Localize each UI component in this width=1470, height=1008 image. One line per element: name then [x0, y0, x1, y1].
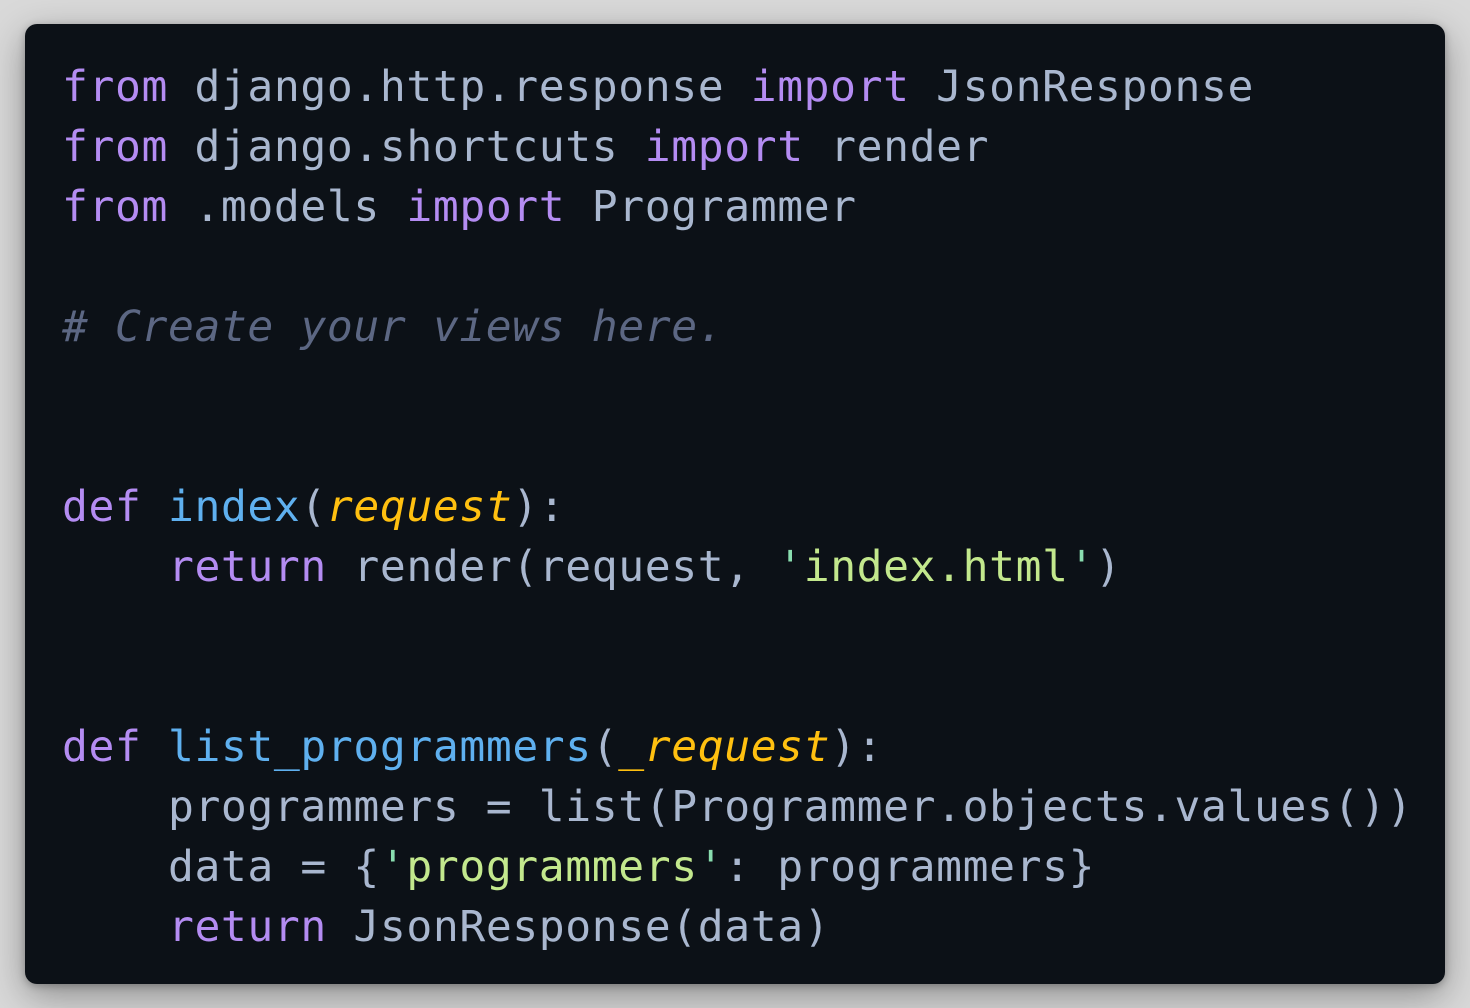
code-text-token: ):: [830, 722, 884, 772]
code-text-token: render: [803, 122, 990, 172]
code-text-token: .models: [167, 182, 407, 232]
code-line: from django.shortcuts import render: [62, 117, 1413, 177]
keyword-token: return: [167, 902, 327, 952]
parameter-token: request: [326, 482, 513, 532]
code-line: # Create your views here.: [62, 297, 1413, 357]
code-text-token: : programmers}: [724, 842, 1096, 892]
function-name-token: index: [167, 482, 301, 532]
code-line: return JsonResponse(data): [62, 897, 1413, 957]
code-block: from django.http.response import JsonRes…: [62, 57, 1413, 957]
keyword-token: def: [62, 482, 142, 532]
code-text-token: ):: [512, 482, 566, 532]
keyword-token: import: [644, 122, 804, 172]
string-quote-token: ': [777, 542, 804, 592]
code-line: def list_programmers(_request):: [62, 717, 1413, 777]
code-text-token: JsonResponse: [909, 62, 1254, 112]
code-text-token: programmers = list(Programmer.objects.va…: [62, 782, 1413, 832]
keyword-token: from: [62, 62, 168, 112]
code-text-token: django.http.response: [167, 62, 751, 112]
string-token: index.html: [803, 542, 1069, 592]
comment-token: # Create your views here.: [62, 302, 725, 352]
code-text-token: data = {: [62, 842, 380, 892]
keyword-token: import: [750, 62, 910, 112]
function-name-token: list_programmers: [167, 722, 592, 772]
string-quote-token: ': [379, 842, 407, 892]
string-quote-token: ': [697, 842, 725, 892]
code-text-token: (: [591, 722, 619, 772]
code-text-token: django.shortcuts: [167, 122, 645, 172]
screenshot-canvas: from django.http.response import JsonRes…: [0, 0, 1470, 1008]
string-quote-token: ': [1068, 542, 1096, 592]
code-line: programmers = list(Programmer.objects.va…: [62, 777, 1413, 837]
code-text-token: ): [1095, 542, 1122, 592]
code-line: from django.http.response import JsonRes…: [62, 57, 1413, 117]
code-text-token: render(request,: [326, 542, 778, 592]
keyword-token: return: [167, 542, 327, 592]
keyword-token: def: [62, 722, 142, 772]
parameter-token: _request: [618, 722, 831, 772]
code-line: def index(request):: [62, 477, 1413, 537]
keyword-token: from: [62, 122, 168, 172]
string-token: programmers: [406, 842, 698, 892]
code-line: data = {'programmers': programmers}: [62, 837, 1413, 897]
code-line: return render(request, 'index.html'): [62, 537, 1413, 597]
code-window: from django.http.response import JsonRes…: [25, 24, 1445, 984]
code-text-token: JsonResponse(data): [326, 902, 831, 952]
code-text-token: Programmer: [565, 182, 857, 232]
keyword-token: from: [62, 182, 168, 232]
code-text-token: (: [300, 482, 327, 532]
code-line: from .models import Programmer: [62, 177, 1413, 237]
keyword-token: import: [406, 182, 566, 232]
